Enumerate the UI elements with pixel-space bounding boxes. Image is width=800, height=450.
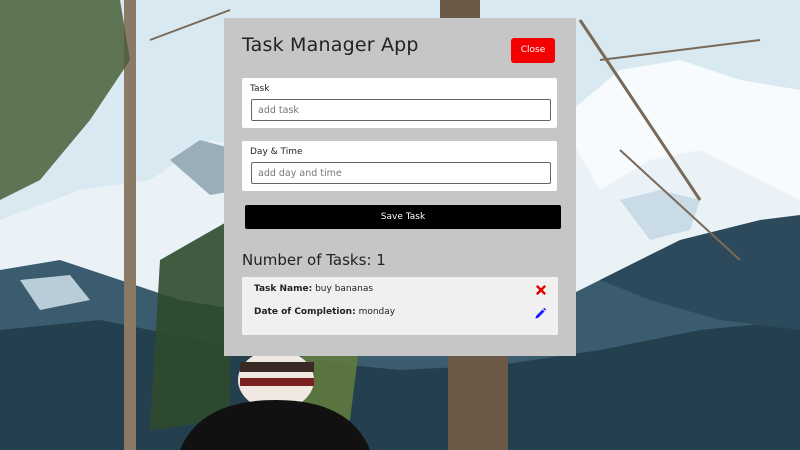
task-name-line: Task Name: buy bananas [254, 284, 373, 294]
task-input[interactable] [251, 99, 551, 121]
task-manager-panel: Task Manager App Close Task Day & Time S… [224, 18, 576, 356]
task-date-line: Date of Completion: monday [254, 307, 395, 317]
close-icon[interactable] [535, 284, 547, 296]
task-field-group: Task [242, 78, 557, 128]
pencil-icon[interactable] [534, 307, 547, 320]
save-task-button[interactable]: Save Task [245, 205, 561, 229]
task-count-heading: Number of Tasks: 1 [242, 251, 386, 269]
task-name-label: Task Name: [254, 284, 313, 294]
day-time-label: Day & Time [250, 147, 303, 157]
task-item: Task Name: buy bananas Date of Completio… [242, 277, 558, 335]
task-date-value: monday [358, 307, 396, 317]
day-time-input[interactable] [251, 162, 551, 184]
task-label: Task [250, 84, 270, 94]
task-name-value: buy bananas [315, 284, 374, 294]
app-title: Task Manager App [242, 34, 419, 56]
day-time-field-group: Day & Time [242, 141, 557, 191]
task-date-label: Date of Completion: [254, 307, 356, 317]
close-button[interactable]: Close [511, 38, 555, 63]
